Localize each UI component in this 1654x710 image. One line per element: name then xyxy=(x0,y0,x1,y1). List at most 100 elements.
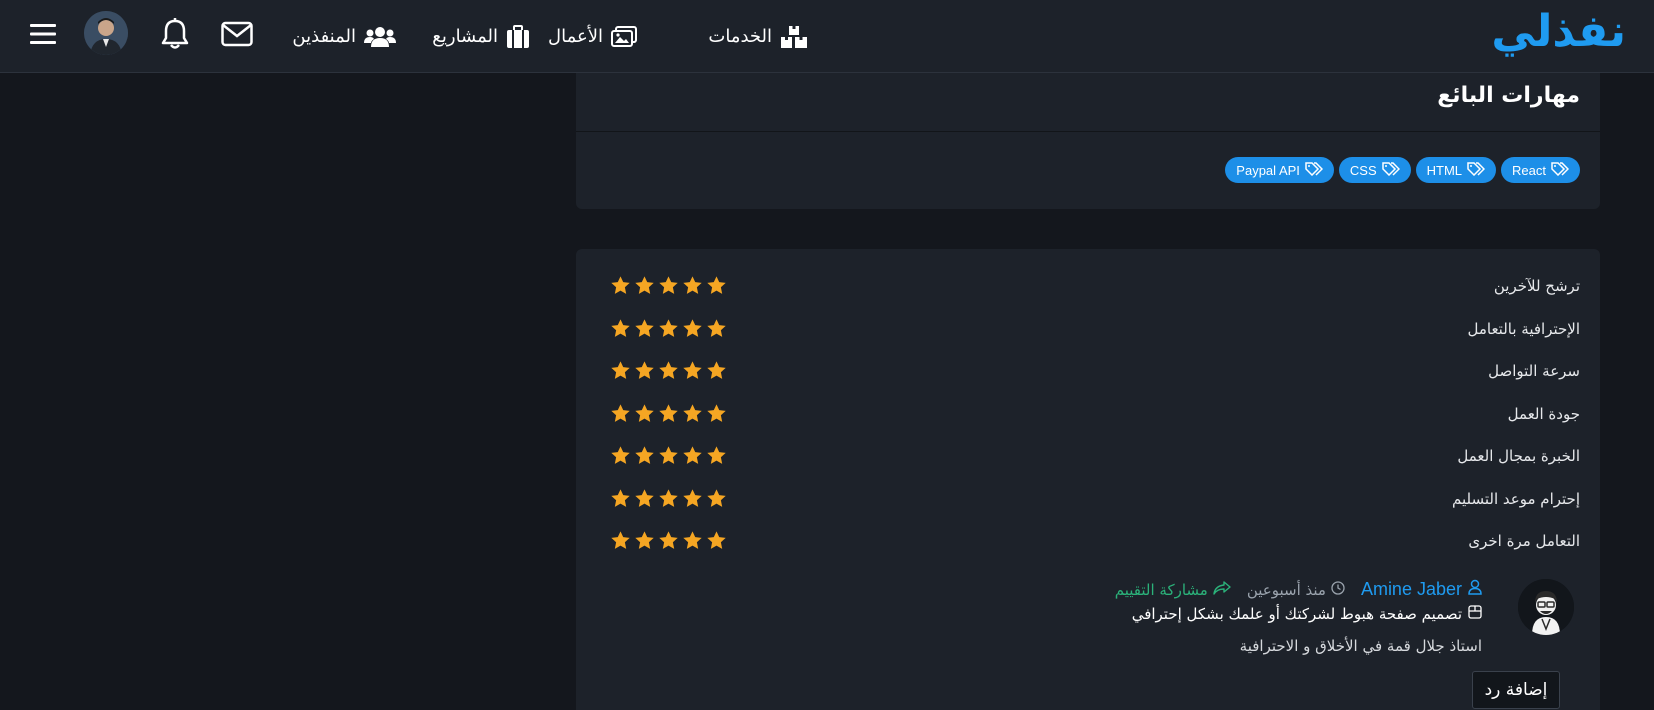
star-icon xyxy=(707,276,726,294)
star-icon xyxy=(659,446,678,464)
review-time-text: منذ أسبوعين xyxy=(1246,580,1326,599)
star-icon xyxy=(707,319,726,337)
tags-icon xyxy=(1381,161,1400,179)
nav-projects[interactable]: المشاريع xyxy=(432,0,530,73)
user-icon xyxy=(1468,579,1482,600)
messages-button[interactable] xyxy=(216,15,258,57)
rating-label: إحترام موعد التسليم xyxy=(1452,490,1580,508)
rating-label: سرعة التواصل xyxy=(1488,362,1580,380)
user-avatar[interactable] xyxy=(84,11,128,55)
boxes-icon xyxy=(780,25,808,49)
star-icon xyxy=(683,276,702,294)
star-icon xyxy=(707,446,726,464)
star-icon xyxy=(683,489,702,507)
tags-icon xyxy=(1305,161,1323,179)
star-rating xyxy=(610,530,727,551)
site-logo[interactable]: نفذلي xyxy=(1491,6,1627,57)
star-rating xyxy=(610,445,727,466)
star-icon xyxy=(635,319,654,337)
star-icon xyxy=(611,361,630,379)
suitcase-icon xyxy=(506,24,530,49)
star-icon xyxy=(635,404,654,422)
rating-label: ترشح للآخرين xyxy=(1493,277,1580,295)
skill-tag-label: HTML xyxy=(1426,162,1463,178)
project-title: تصميم صفحة هبوط لشركتك أو علمك بشكل إحتر… xyxy=(1131,605,1462,623)
hamburger-menu-button[interactable] xyxy=(22,15,64,57)
star-rating xyxy=(610,403,727,424)
skill-tag[interactable]: React xyxy=(1501,157,1580,183)
nav-works[interactable]: الأعمال xyxy=(548,0,637,73)
star-icon xyxy=(635,361,654,379)
nav-freelancers-label: المنفذين xyxy=(292,26,356,47)
bell-icon xyxy=(161,18,189,54)
divider xyxy=(576,131,1600,132)
reviewer-name: Amine Jaber xyxy=(1360,579,1462,599)
skills-title: مهارات البائع xyxy=(1437,83,1580,108)
review-comment: استاذ جلال قمة في الأخلاق و الاحترافية xyxy=(1239,637,1482,655)
nav-services[interactable]: الخدمات xyxy=(708,0,808,73)
tags-icon xyxy=(1467,161,1486,179)
avatar-photo-icon xyxy=(84,11,128,55)
rating-row: إحترام موعد التسليم xyxy=(600,488,1580,514)
rating-row: ترشح للآخرين xyxy=(600,275,1580,301)
skills-tag-list: React HTML CSS Paypal API xyxy=(1225,157,1580,183)
star-rating xyxy=(610,488,727,509)
user-avatar-icon xyxy=(1518,579,1574,635)
rating-label: الخبرة بمجال العمل xyxy=(1457,447,1580,465)
share-review-link[interactable]: مشاركة التقييم xyxy=(1115,581,1231,599)
tags-icon xyxy=(1551,161,1570,179)
rating-row: التعامل مرة اخرى xyxy=(600,530,1580,556)
users-icon xyxy=(364,26,396,48)
star-icon xyxy=(659,361,678,379)
skill-tag-label: React xyxy=(1512,162,1546,178)
review-header: Amine Jaber منذ أسبوعين مشاركة التقييم xyxy=(1115,579,1482,600)
rating-row: جودة العمل xyxy=(600,403,1580,429)
rating-label: جودة العمل xyxy=(1507,405,1580,423)
star-icon xyxy=(611,319,630,337)
box-icon xyxy=(1468,605,1482,623)
skill-tag[interactable]: HTML xyxy=(1415,157,1497,183)
nav-works-label: الأعمال xyxy=(548,26,603,47)
nav-services-label: الخدمات xyxy=(708,26,772,47)
star-icon xyxy=(707,531,726,549)
star-icon xyxy=(683,361,702,379)
star-icon xyxy=(659,531,678,549)
menu-icon xyxy=(29,22,57,50)
rating-label: التعامل مرة اخرى xyxy=(1468,532,1580,550)
star-icon xyxy=(659,404,678,422)
reviewer-avatar[interactable] xyxy=(1518,579,1574,635)
envelope-icon xyxy=(221,21,253,51)
star-icon xyxy=(659,319,678,337)
star-icon xyxy=(611,531,630,549)
star-icon xyxy=(635,531,654,549)
star-rating xyxy=(610,275,727,296)
star-icon xyxy=(707,404,726,422)
rating-label: الإحترافية بالتعامل xyxy=(1467,320,1580,338)
skill-tag[interactable]: CSS xyxy=(1338,157,1411,183)
skill-tag[interactable]: Paypal API xyxy=(1225,157,1334,183)
star-icon xyxy=(707,489,726,507)
star-icon xyxy=(683,404,702,422)
images-icon xyxy=(611,25,637,48)
add-reply-button[interactable]: إضافة رد xyxy=(1472,671,1560,709)
rating-row: الخبرة بمجال العمل xyxy=(600,445,1580,471)
star-icon xyxy=(659,489,678,507)
reviewed-project-link[interactable]: تصميم صفحة هبوط لشركتك أو علمك بشكل إحتر… xyxy=(1132,605,1482,623)
star-icon xyxy=(707,361,726,379)
share-icon xyxy=(1213,580,1231,599)
star-icon xyxy=(683,446,702,464)
star-icon xyxy=(611,489,630,507)
star-icon xyxy=(659,276,678,294)
star-icon xyxy=(611,446,630,464)
ratings-card: ترشح للآخرين الإحترافية بالتعامل سرعة ال… xyxy=(576,249,1600,710)
reviewer-name-link[interactable]: Amine Jaber xyxy=(1361,579,1482,600)
review-time: منذ أسبوعين xyxy=(1247,581,1345,599)
star-rating xyxy=(610,360,727,381)
notifications-button[interactable] xyxy=(154,15,196,57)
nav-freelancers[interactable]: المنفذين xyxy=(292,0,396,73)
top-navbar: نفذلي الخدمات الأعمال المشاريع المنفذين xyxy=(0,0,1654,73)
seller-skills-card: مهارات البائع React HTML CSS Paypal API xyxy=(576,73,1600,209)
skill-tag-label: CSS xyxy=(1349,162,1377,178)
clock-icon xyxy=(1331,580,1345,599)
rating-row: الإحترافية بالتعامل xyxy=(600,318,1580,344)
